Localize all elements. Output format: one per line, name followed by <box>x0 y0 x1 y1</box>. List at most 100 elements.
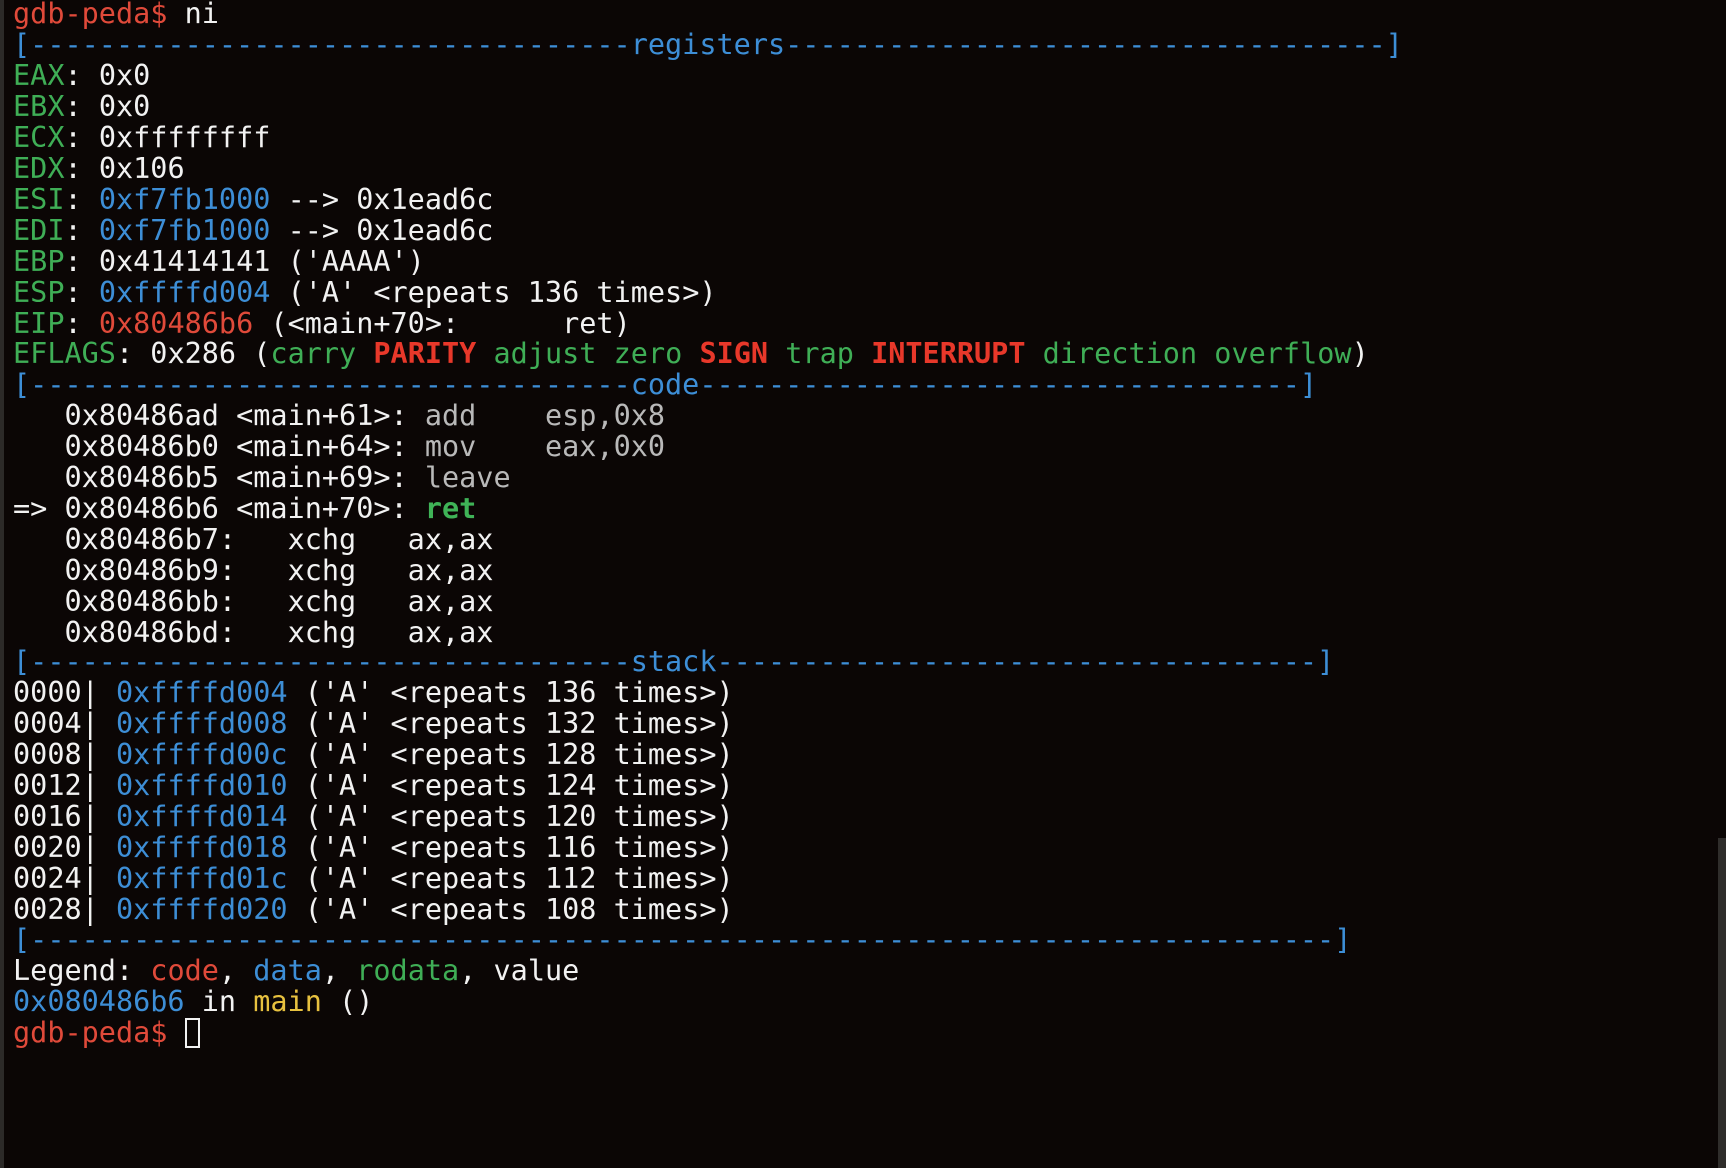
code-mnemonic: xchg <box>287 585 357 618</box>
stack-offset: 0004 <box>13 707 82 740</box>
code-symbol: <main+64>: <box>218 430 425 463</box>
location-tail: () <box>321 985 374 1018</box>
code-address: 0x80486ad <box>64 399 219 432</box>
location-line: 0x080486b6 in main () <box>13 985 373 1019</box>
code-operands: esp,0x8 <box>476 399 666 432</box>
code-symbol: : <box>218 554 288 587</box>
stack-header: [-----------------------------------stac… <box>13 645 1334 679</box>
stack-address: 0xffffd008 <box>115 707 288 740</box>
eflag-overflow: overflow <box>1214 337 1352 370</box>
register-name: EIP <box>13 307 65 340</box>
register-name: EDI <box>13 214 65 247</box>
code-line: 0x80486bb: xchg ax,ax <box>13 585 493 619</box>
register-row: EDX: 0x106 <box>13 152 185 185</box>
stack-row: 0012| 0xffffd010 ('A' <repeats 124 times… <box>13 769 734 802</box>
code-line: 0x80486b5 <main+69>: leave <box>13 461 510 495</box>
register-value: 0xffffd004 <box>98 276 271 309</box>
stack-address: 0xffffd01c <box>115 862 288 895</box>
eflags-label: EFLAGS <box>13 337 116 370</box>
stack-content: ('A' <repeats 128 times>) <box>287 738 734 771</box>
location-in: in <box>184 985 254 1018</box>
stack-row: 0020| 0xffffd018 ('A' <repeats 116 times… <box>13 831 734 864</box>
code-operands: eax,0x0 <box>476 430 666 463</box>
stack-row: 0000| 0xffffd004 ('A' <repeats 136 times… <box>13 676 734 709</box>
eflag-adjust: adjust <box>493 337 597 370</box>
current-instruction-arrow: => <box>13 492 65 525</box>
location-function: main <box>253 985 322 1018</box>
stack-row: 0004| 0xffffd008 ('A' <repeats 132 times… <box>13 707 734 740</box>
code-line-current: => 0x80486b6 <main+70>: ret <box>13 492 476 526</box>
stack-address: 0xffffd014 <box>115 800 288 833</box>
register-deref: ('AAAA') <box>270 245 425 278</box>
stack-offset: 0000 <box>13 676 82 709</box>
code-mnemonic: xchg <box>287 523 357 556</box>
window-left-border <box>0 0 4 1168</box>
code-operands: ax,ax <box>356 585 494 618</box>
stack-address: 0xffffd018 <box>115 831 288 864</box>
code-symbol: <main+69>: <box>218 461 425 494</box>
stack-offset: 0020 <box>13 831 82 864</box>
stack-row: 0028| 0xffffd020 ('A' <repeats 108 times… <box>13 893 734 926</box>
stack-row: 0008| 0xffffd00c ('A' <repeats 128 times… <box>13 738 734 771</box>
stack-row: 0016| 0xffffd014 ('A' <repeats 120 times… <box>13 800 734 833</box>
register-name: EBX <box>13 90 65 123</box>
code-header: [-----------------------------------code… <box>13 368 1317 402</box>
legend-line: Legend: code, data, rodata, value <box>13 954 579 988</box>
legend-item-data: data <box>253 954 322 987</box>
register-value: 0xf7fb1000 <box>98 183 271 216</box>
code-address: 0x80486b7 <box>64 523 219 556</box>
code-address: 0x80486b6 <box>64 492 219 525</box>
code-mnemonic: ret <box>424 492 477 525</box>
register-value: 0x80486b6 <box>98 307 254 340</box>
eflags-flags: carry PARITY adjust zero SIGN trap INTER… <box>270 337 1351 370</box>
register-deref: ('A' <repeats 136 times>) <box>270 276 717 309</box>
eflag-interrupt: INTERRUPT <box>871 337 1026 370</box>
eflags-value: 0x286 <box>150 337 237 370</box>
eflag-parity: PARITY <box>373 337 477 370</box>
register-value: 0x0 <box>98 90 151 123</box>
register-row: ECX: 0xffffffff <box>13 121 271 154</box>
code-line: 0x80486b7: xchg ax,ax <box>13 523 493 557</box>
register-deref: --> 0x1ead6c <box>270 183 494 216</box>
register-value: 0xf7fb1000 <box>98 214 271 247</box>
cursor-icon[interactable] <box>184 1018 200 1048</box>
input-line[interactable]: gdb-peda$ <box>13 1016 200 1050</box>
stack-offset: 0024 <box>13 862 82 895</box>
stack-row: 0024| 0xffffd01c ('A' <repeats 112 times… <box>13 862 734 895</box>
code-line: 0x80486ad <main+61>: add esp,0x8 <box>13 399 665 433</box>
registers-header-text: [-----------------------------------regi… <box>13 28 1403 61</box>
register-value: 0x0 <box>98 59 151 92</box>
eflag-zero: zero <box>613 337 683 370</box>
register-row: EBP: 0x41414141 ('AAAA') <box>13 245 425 278</box>
code-address: 0x80486bb <box>64 585 219 618</box>
stack-address: 0xffffd010 <box>115 769 288 802</box>
legend-label: Legend: <box>13 954 151 987</box>
stack-content: ('A' <repeats 116 times>) <box>287 831 734 864</box>
end-separator: [---------------------------------------… <box>13 923 1351 957</box>
stack-offset: 0028 <box>13 893 82 926</box>
prompt-final: gdb-peda$ <box>13 1016 168 1049</box>
register-name: ESP <box>13 276 65 309</box>
eflag-carry: carry <box>270 337 357 370</box>
register-row: EIP: 0x80486b6 (<main+70>: ret) <box>13 307 631 340</box>
terminal-window[interactable]: gdb-peda$ ni [--------------------------… <box>0 0 1726 1168</box>
legend-item-code: code <box>150 954 219 987</box>
code-operands: ax,ax <box>356 554 494 587</box>
scrollbar-thumb[interactable] <box>1718 838 1726 1168</box>
stack-content: ('A' <repeats 132 times>) <box>287 707 734 740</box>
register-value: 0xffffffff <box>98 121 271 154</box>
register-row: EAX: 0x0 <box>13 59 151 92</box>
register-row: EDI: 0xf7fb1000 --> 0x1ead6c <box>13 214 494 247</box>
eflag-sign: SIGN <box>699 337 769 370</box>
location-address: 0x080486b6 <box>13 985 185 1018</box>
code-symbol: <main+70>: <box>218 492 425 525</box>
prompt: gdb-peda$ <box>13 0 168 30</box>
code-symbol: : <box>218 585 288 618</box>
stack-offset: 0016 <box>13 800 82 833</box>
stack-offset: 0008 <box>13 738 82 771</box>
code-line: 0x80486b9: xchg ax,ax <box>13 554 493 588</box>
register-name: EBP <box>13 245 65 278</box>
stack-header-text: [-----------------------------------stac… <box>13 645 1335 678</box>
stack-address: 0xffffd004 <box>115 676 288 709</box>
code-operands: ax,ax <box>356 523 494 556</box>
